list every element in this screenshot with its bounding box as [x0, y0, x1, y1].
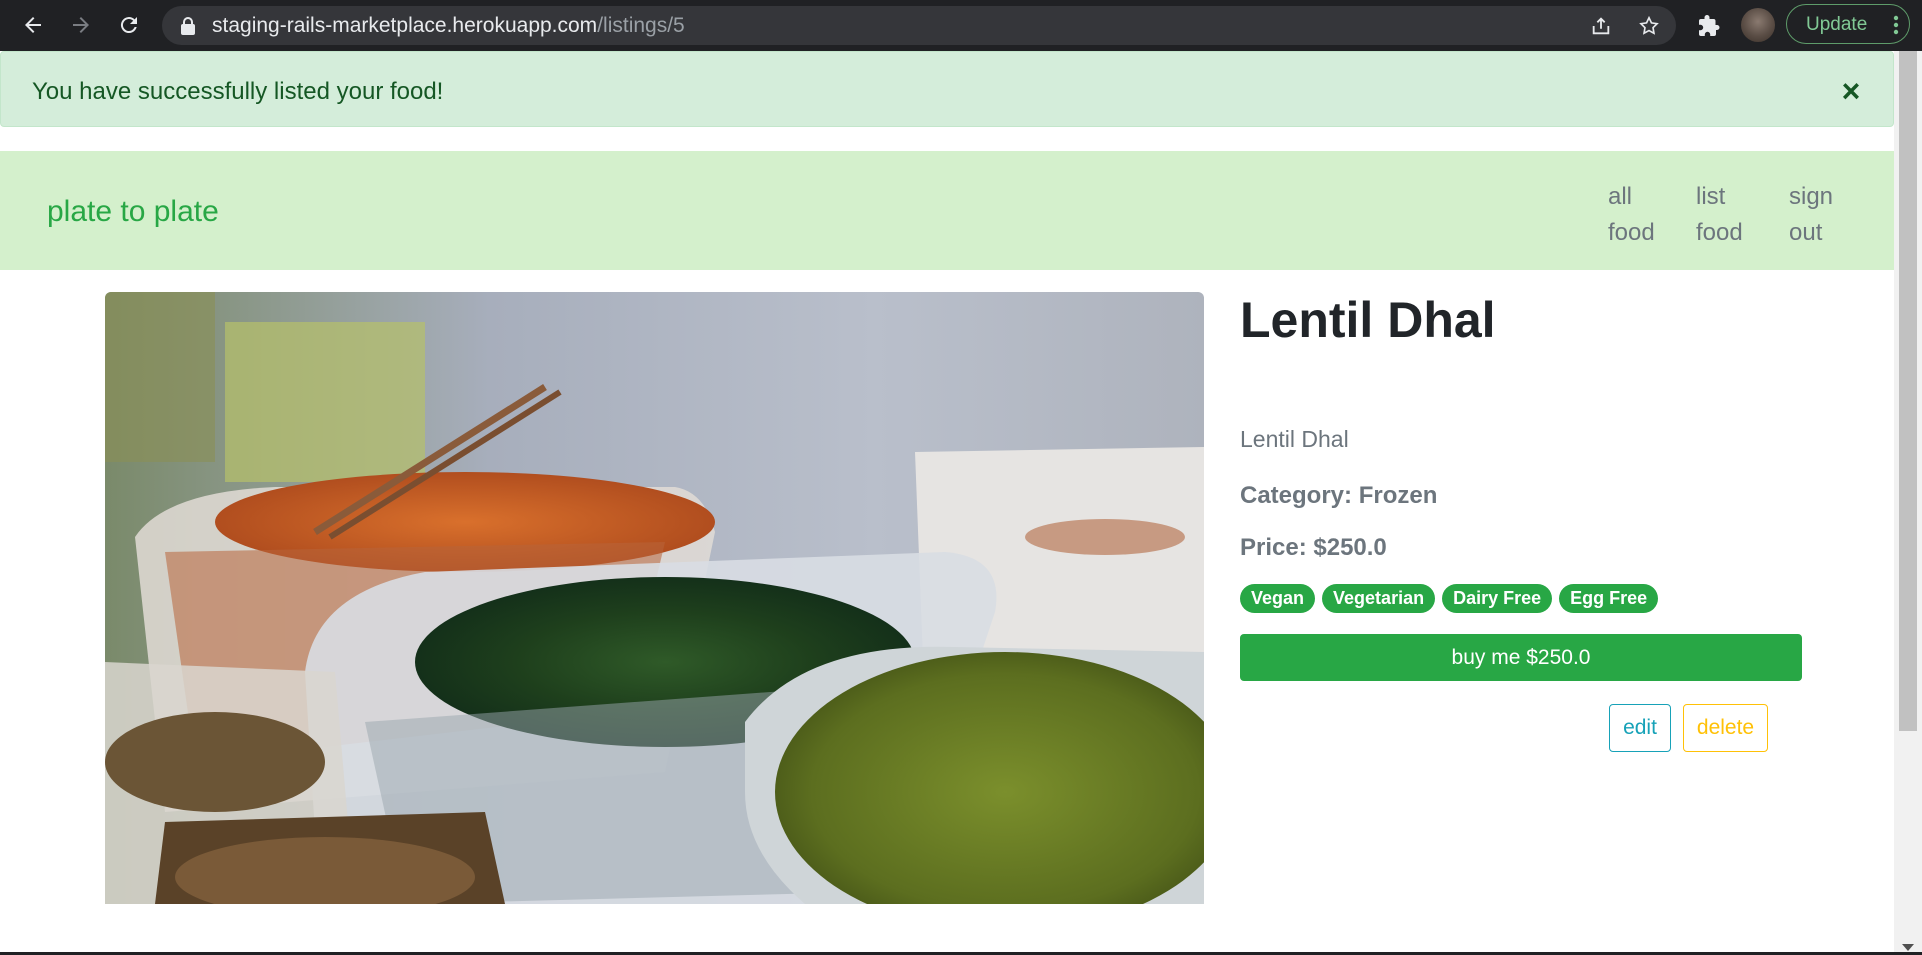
- nav-list-food-line2: food: [1696, 219, 1743, 246]
- alert-message: You have successfully listed your food!: [32, 78, 444, 105]
- menu-dots-icon[interactable]: [1893, 15, 1899, 35]
- tag-badge: Egg Free: [1559, 584, 1659, 613]
- address-bar[interactable]: staging-rails-marketplace.herokuapp.com/…: [162, 6, 1676, 45]
- profile-avatar[interactable]: [1741, 8, 1775, 42]
- listing-category: Category: Frozen: [1240, 482, 1438, 509]
- nav-all-food-line2: food: [1608, 219, 1655, 246]
- tag-badge: Dairy Free: [1442, 584, 1553, 613]
- edit-button[interactable]: edit: [1609, 704, 1671, 752]
- nav-list-food-line1: list: [1696, 183, 1726, 210]
- listing-title: Lentil Dhal: [1240, 292, 1496, 348]
- dietary-tags: Vegan Vegetarian Dairy Free Egg Free: [1240, 584, 1659, 613]
- success-alert: You have successfully listed your food! …: [0, 51, 1894, 127]
- nav-all-food-line1: all: [1608, 183, 1633, 210]
- reload-icon[interactable]: [112, 8, 146, 42]
- bookmark-star-icon[interactable]: [1636, 13, 1662, 39]
- tag-badge: Vegan: [1240, 584, 1316, 613]
- share-icon[interactable]: [1588, 13, 1614, 39]
- back-icon[interactable]: [16, 8, 50, 42]
- nav-sign-out[interactable]: sign out: [1789, 179, 1869, 251]
- delete-button[interactable]: delete: [1683, 704, 1768, 752]
- nav-all-food[interactable]: all food: [1608, 179, 1688, 251]
- alert-close-button[interactable]: ×: [1838, 75, 1864, 107]
- nav-list-food[interactable]: list food: [1696, 179, 1776, 251]
- nav-sign-out-line2: out: [1789, 219, 1823, 246]
- buy-button[interactable]: buy me $250.0: [1240, 634, 1802, 681]
- listing-description: Lentil Dhal: [1240, 426, 1349, 452]
- url-text: staging-rails-marketplace.herokuapp.com/…: [212, 14, 685, 37]
- browser-toolbar: staging-rails-marketplace.herokuapp.com/…: [0, 0, 1922, 51]
- update-button[interactable]: Update: [1786, 4, 1910, 44]
- tag-badge: Vegetarian: [1322, 584, 1436, 613]
- forward-icon[interactable]: [64, 8, 98, 42]
- navbar: plate to plate all food list food sign o…: [0, 151, 1894, 270]
- listing-price: Price: $250.0: [1240, 534, 1387, 561]
- food-photo: [105, 292, 1204, 904]
- nav-sign-out-line1: sign: [1789, 183, 1834, 210]
- scrollbar-thumb[interactable]: [1899, 51, 1917, 731]
- scroll-down-icon[interactable]: [1902, 944, 1914, 951]
- extensions-icon[interactable]: [1692, 9, 1726, 43]
- page-scrollbar[interactable]: [1894, 51, 1922, 955]
- lock-icon: [181, 17, 195, 35]
- brand-link[interactable]: plate to plate: [47, 151, 219, 273]
